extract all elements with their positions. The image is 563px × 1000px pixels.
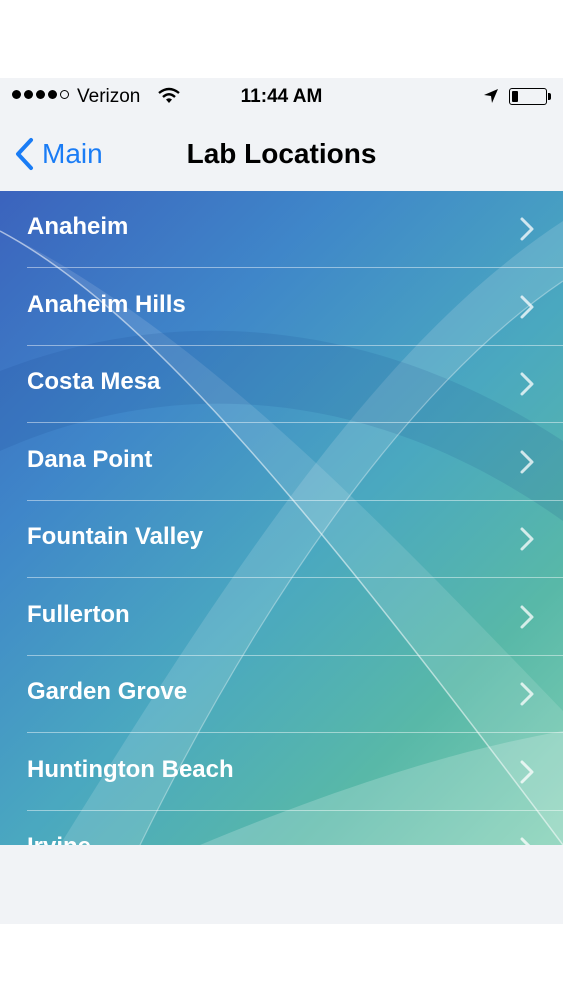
chevron-right-icon (520, 837, 531, 845)
location-label: Fullerton (27, 600, 130, 628)
chevron-right-icon (520, 605, 534, 628)
battery-tip (548, 93, 551, 100)
chevron-right-icon (520, 372, 534, 396)
location-row[interactable]: Irvine (0, 811, 563, 845)
page-title: Lab Locations (186, 138, 377, 169)
location-row[interactable]: Anaheim (0, 191, 563, 268)
location-row[interactable]: Costa Mesa (0, 346, 563, 423)
battery-icon (509, 88, 547, 105)
location-row[interactable]: Huntington Beach (0, 734, 563, 811)
location-row[interactable]: Fountain Valley (0, 501, 563, 578)
location-label: Huntington Beach (27, 755, 234, 783)
locations-list[interactable]: Anaheim Anaheim Hills Costa Mesa Dana Point… (0, 191, 563, 845)
location-label: Fountain Valley (27, 523, 204, 550)
chevron-right-icon (520, 682, 534, 706)
status-time: 11:44 AM (240, 86, 323, 107)
location-label: Garden Grove (27, 678, 188, 705)
chevron-right-icon (520, 217, 534, 241)
navigation-bar: Main Lab Locations (0, 118, 563, 191)
chevron-right-icon (520, 760, 534, 783)
chevron-right-icon (520, 450, 534, 473)
location-row[interactable]: Anaheim Hills (0, 269, 563, 346)
location-row[interactable]: Dana Point (0, 424, 563, 501)
chevron-right-icon (520, 295, 534, 318)
status-bar: Verizon 11:44 AM (0, 78, 563, 118)
location-label: Costa Mesa (27, 368, 161, 395)
location-arrow-icon (483, 88, 499, 110)
location-label: Dana Point (27, 445, 153, 473)
location-row[interactable]: Fullerton (0, 579, 563, 656)
phone-screen: Verizon 11:44 AM Main Lab Locations Anah… (0, 78, 563, 924)
location-label: Irvine (27, 833, 91, 845)
location-label: Anaheim Hills (27, 290, 186, 318)
location-row[interactable]: Garden Grove (0, 656, 563, 733)
chevron-right-icon (520, 527, 534, 551)
location-label: Anaheim (27, 213, 129, 240)
